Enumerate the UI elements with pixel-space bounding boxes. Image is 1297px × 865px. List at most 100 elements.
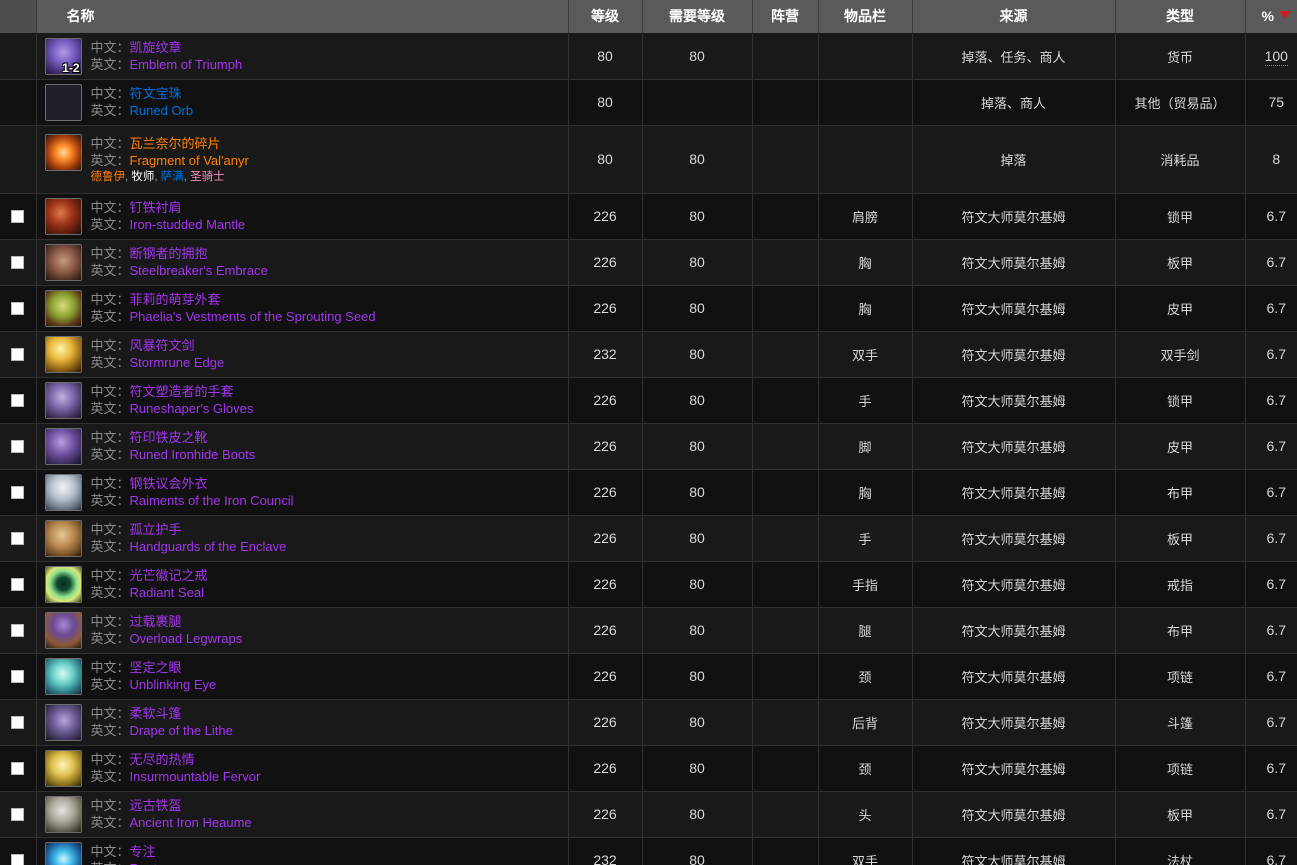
row-checkbox[interactable] (11, 853, 25, 865)
column-header-source[interactable]: 来源 (912, 0, 1116, 34)
item-link-english[interactable]: Raiments of the Iron Council (130, 493, 294, 508)
column-header-slot[interactable]: 物品栏 (818, 0, 913, 34)
iron-studded-mantle-icon[interactable] (44, 197, 82, 235)
item-link-english[interactable]: Runed Orb (130, 103, 194, 118)
item-link-chinese[interactable]: 远古铁盔 (130, 798, 182, 813)
item-link-english[interactable]: Rapture (130, 861, 176, 865)
fragment-of-valanyr-icon[interactable] (44, 133, 82, 171)
table-row[interactable]: 中文：光芒徽记之戒 英文：Radiant Seal 226 80 手指 符文大师莫尔基姆戒… (0, 561, 1297, 608)
column-header-type[interactable]: 类型 (1115, 0, 1246, 34)
item-link-english[interactable]: Drape of the Lithe (130, 723, 233, 738)
row-checkbox[interactable] (11, 531, 25, 545)
stormrune-edge-icon[interactable] (44, 335, 82, 373)
item-link-chinese[interactable]: 菲莉的萌芽外套 (130, 292, 221, 307)
radiant-seal-icon[interactable] (44, 565, 82, 603)
table-row[interactable]: 中文：钢铁议会外衣 英文：Raiments of the Iron Council… (0, 469, 1297, 516)
class-link[interactable]: 萨满 (161, 171, 184, 183)
table-row[interactable]: 中文：风暴符文剑 英文：Stormrune Edge 232 80 双手 符文大师莫尔基姆… (0, 331, 1297, 378)
table-row[interactable]: 中文：孤立护手 英文：Handguards of the Enclave 226 80… (0, 515, 1297, 562)
item-link-chinese[interactable]: 无尽的热情 (130, 752, 195, 767)
item-link-chinese[interactable]: 专注 (130, 844, 156, 859)
emblem-of-triumph-icon[interactable]: 1-2 (44, 37, 82, 75)
insurmountable-fervor-icon[interactable] (44, 749, 82, 787)
item-link-english[interactable]: Unblinking Eye (130, 677, 217, 692)
column-header-faction[interactable]: 阵营 (752, 0, 819, 34)
row-checkbox[interactable] (11, 623, 25, 637)
table-row[interactable]: 中文：符文塑造者的手套 英文：Runeshaper's Gloves 226 80 手符… (0, 377, 1297, 424)
rapture-icon[interactable] (44, 841, 82, 865)
column-header-level[interactable]: 等级 (568, 0, 643, 34)
row-checkbox[interactable] (11, 255, 25, 269)
item-link-chinese[interactable]: 风暴符文剑 (130, 338, 195, 353)
row-checkbox[interactable] (11, 439, 25, 453)
item-link-chinese[interactable]: 瓦兰奈尔的碎片 (130, 136, 221, 151)
row-checkbox[interactable] (11, 393, 25, 407)
table-row[interactable]: 1-2 中文：凯旋纹章 英文：Emblem of Triumph 80 80 掉落、任务、… (0, 33, 1297, 80)
drape-of-the-lithe-icon[interactable] (44, 703, 82, 741)
item-link-chinese[interactable]: 柔软斗篷 (130, 706, 182, 721)
row-checkbox[interactable] (11, 669, 25, 683)
item-link-chinese[interactable]: 符印铁皮之靴 (130, 430, 208, 445)
table-row[interactable]: 中文：断钢者的拥抱 英文：Steelbreaker's Embrace 226 80 胸… (0, 239, 1297, 286)
item-link-chinese[interactable]: 断钢者的拥抱 (130, 246, 208, 261)
table-row[interactable]: 中文：坚定之眼 英文：Unblinking Eye 226 80 颈符文大师莫尔基姆 项链… (0, 653, 1297, 700)
row-checkbox[interactable] (11, 577, 25, 591)
item-link-english[interactable]: Radiant Seal (130, 585, 204, 600)
item-link-chinese[interactable]: 孤立护手 (130, 522, 182, 537)
item-link-english[interactable]: Ancient Iron Heaume (130, 815, 252, 830)
steelbreakers-embrace-icon[interactable] (44, 243, 82, 281)
item-link-english[interactable]: Phaelia's Vestments of the Sprouting See… (130, 309, 376, 324)
handguards-of-the-enclave-icon[interactable] (44, 519, 82, 557)
column-header-percent[interactable]: % (1245, 0, 1297, 34)
row-checkbox[interactable] (11, 347, 25, 361)
row-checkbox[interactable] (11, 807, 25, 821)
table-row[interactable]: 中文：远古铁盔 英文：Ancient Iron Heaume 226 80 头符文大师莫… (0, 791, 1297, 838)
class-link[interactable]: 牧师 (131, 171, 154, 183)
table-row[interactable]: 中文：瓦兰奈尔的碎片 英文：Fragment of Val'anyr 德鲁伊, 牧师… (0, 125, 1297, 194)
drop-percent-value[interactable]: 100 (1264, 48, 1288, 66)
ancient-iron-heaume-icon[interactable] (44, 795, 82, 833)
table-row[interactable]: 中文：符文宝珠 英文：Runed Orb 80 掉落、商人 其他（贸易品） 75 (0, 79, 1297, 126)
row-checkbox[interactable] (11, 761, 25, 775)
item-link-english[interactable]: Fragment of Val'anyr (130, 153, 249, 168)
item-link-chinese[interactable]: 凯旋纹章 (130, 40, 182, 55)
column-header-checkbox[interactable] (0, 0, 37, 34)
column-header-name[interactable]: 名称 (36, 0, 569, 34)
class-link[interactable]: 圣骑士 (190, 171, 225, 183)
table-row[interactable]: 中文：钉铁衬肩 英文：Iron-studded Mantle 226 80 肩膀 符文大师… (0, 193, 1297, 240)
runed-ironhide-boots-icon[interactable] (44, 427, 82, 465)
table-row[interactable]: 中文：专注英文：Rapture 23280 双手符文大师莫尔基姆法杖 6.7 (0, 837, 1297, 865)
item-link-chinese[interactable]: 坚定之眼 (130, 660, 182, 675)
row-checkbox[interactable] (11, 485, 25, 499)
item-link-chinese[interactable]: 钢铁议会外衣 (130, 476, 208, 491)
raiments-of-the-iron-council-icon[interactable] (44, 473, 82, 511)
item-link-english[interactable]: Steelbreaker's Embrace (130, 263, 268, 278)
item-link-chinese[interactable]: 过载裹腿 (130, 614, 182, 629)
table-row[interactable]: 中文：柔软斗篷 英文：Drape of the Lithe 226 80 后背 符文大师莫… (0, 699, 1297, 746)
phaelias-vestments-icon[interactable] (44, 289, 82, 327)
runeshapers-gloves-icon[interactable] (44, 381, 82, 419)
overload-legwraps-icon[interactable] (44, 611, 82, 649)
table-row[interactable]: 中文：过载裹腿 英文：Overload Legwraps 226 80 腿符文大师莫尔基… (0, 607, 1297, 654)
item-link-english[interactable]: Emblem of Triumph (130, 57, 243, 72)
unblinking-eye-icon[interactable] (44, 657, 82, 695)
class-link[interactable]: 德鲁伊 (91, 171, 126, 183)
item-link-english[interactable]: Stormrune Edge (130, 355, 225, 370)
row-checkbox[interactable] (11, 209, 25, 223)
table-row[interactable]: 中文：无尽的热情 英文：Insurmountable Fervor 226 80 颈符文… (0, 745, 1297, 792)
table-row[interactable]: 中文：菲莉的萌芽外套 英文：Phaelia's Vestments of the … (0, 285, 1297, 332)
item-link-chinese[interactable]: 光芒徽记之戒 (130, 568, 208, 583)
item-link-english[interactable]: Overload Legwraps (130, 631, 243, 646)
item-link-english[interactable]: Runed Ironhide Boots (130, 447, 256, 462)
item-link-english[interactable]: Iron-studded Mantle (130, 217, 246, 232)
item-link-chinese[interactable]: 符文塑造者的手套 (130, 384, 234, 399)
item-link-chinese[interactable]: 钉铁衬肩 (130, 200, 182, 215)
item-link-english[interactable]: Runeshaper's Gloves (130, 401, 254, 416)
item-link-english[interactable]: Insurmountable Fervor (130, 769, 261, 784)
item-link-english[interactable]: Handguards of the Enclave (130, 539, 287, 554)
row-checkbox[interactable] (11, 715, 25, 729)
column-header-required-level[interactable]: 需要等级 (642, 0, 753, 34)
row-checkbox[interactable] (11, 301, 25, 315)
runed-orb-icon[interactable] (44, 83, 82, 121)
table-row[interactable]: 中文：符印铁皮之靴 英文：Runed Ironhide Boots 226 80 脚符文… (0, 423, 1297, 470)
